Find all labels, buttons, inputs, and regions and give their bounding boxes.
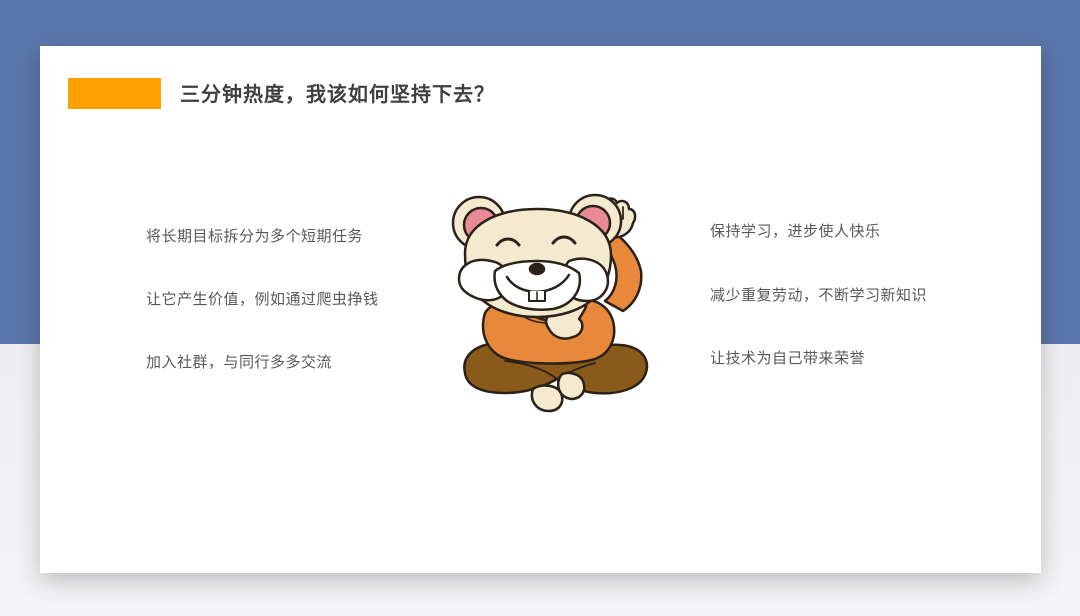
slide-canvas: 三分钟热度，我该如何坚持下去？ 将长期目标拆分为多个短期任务 让它产生价值，例如… (0, 0, 1080, 616)
slide-title: 三分钟热度，我该如何坚持下去？ (180, 82, 495, 106)
right-item-2: 减少重复劳动，不断学习新知识 (710, 286, 928, 304)
left-item-2: 让它产生价值，例如通过爬虫挣钱 (146, 290, 379, 308)
right-item-3: 让技术为自己带来荣誉 (710, 349, 866, 367)
left-item-3: 加入社群，与同行多多交流 (146, 353, 333, 371)
title-accent-bar (68, 78, 161, 109)
mouse-cartoon-icon (451, 193, 649, 413)
left-item-1: 将长期目标拆分为多个短期任务 (146, 227, 364, 245)
right-item-1: 保持学习，进步使人快乐 (710, 222, 881, 240)
slide-card: 三分钟热度，我该如何坚持下去？ 将长期目标拆分为多个短期任务 让它产生价值，例如… (40, 46, 1041, 573)
